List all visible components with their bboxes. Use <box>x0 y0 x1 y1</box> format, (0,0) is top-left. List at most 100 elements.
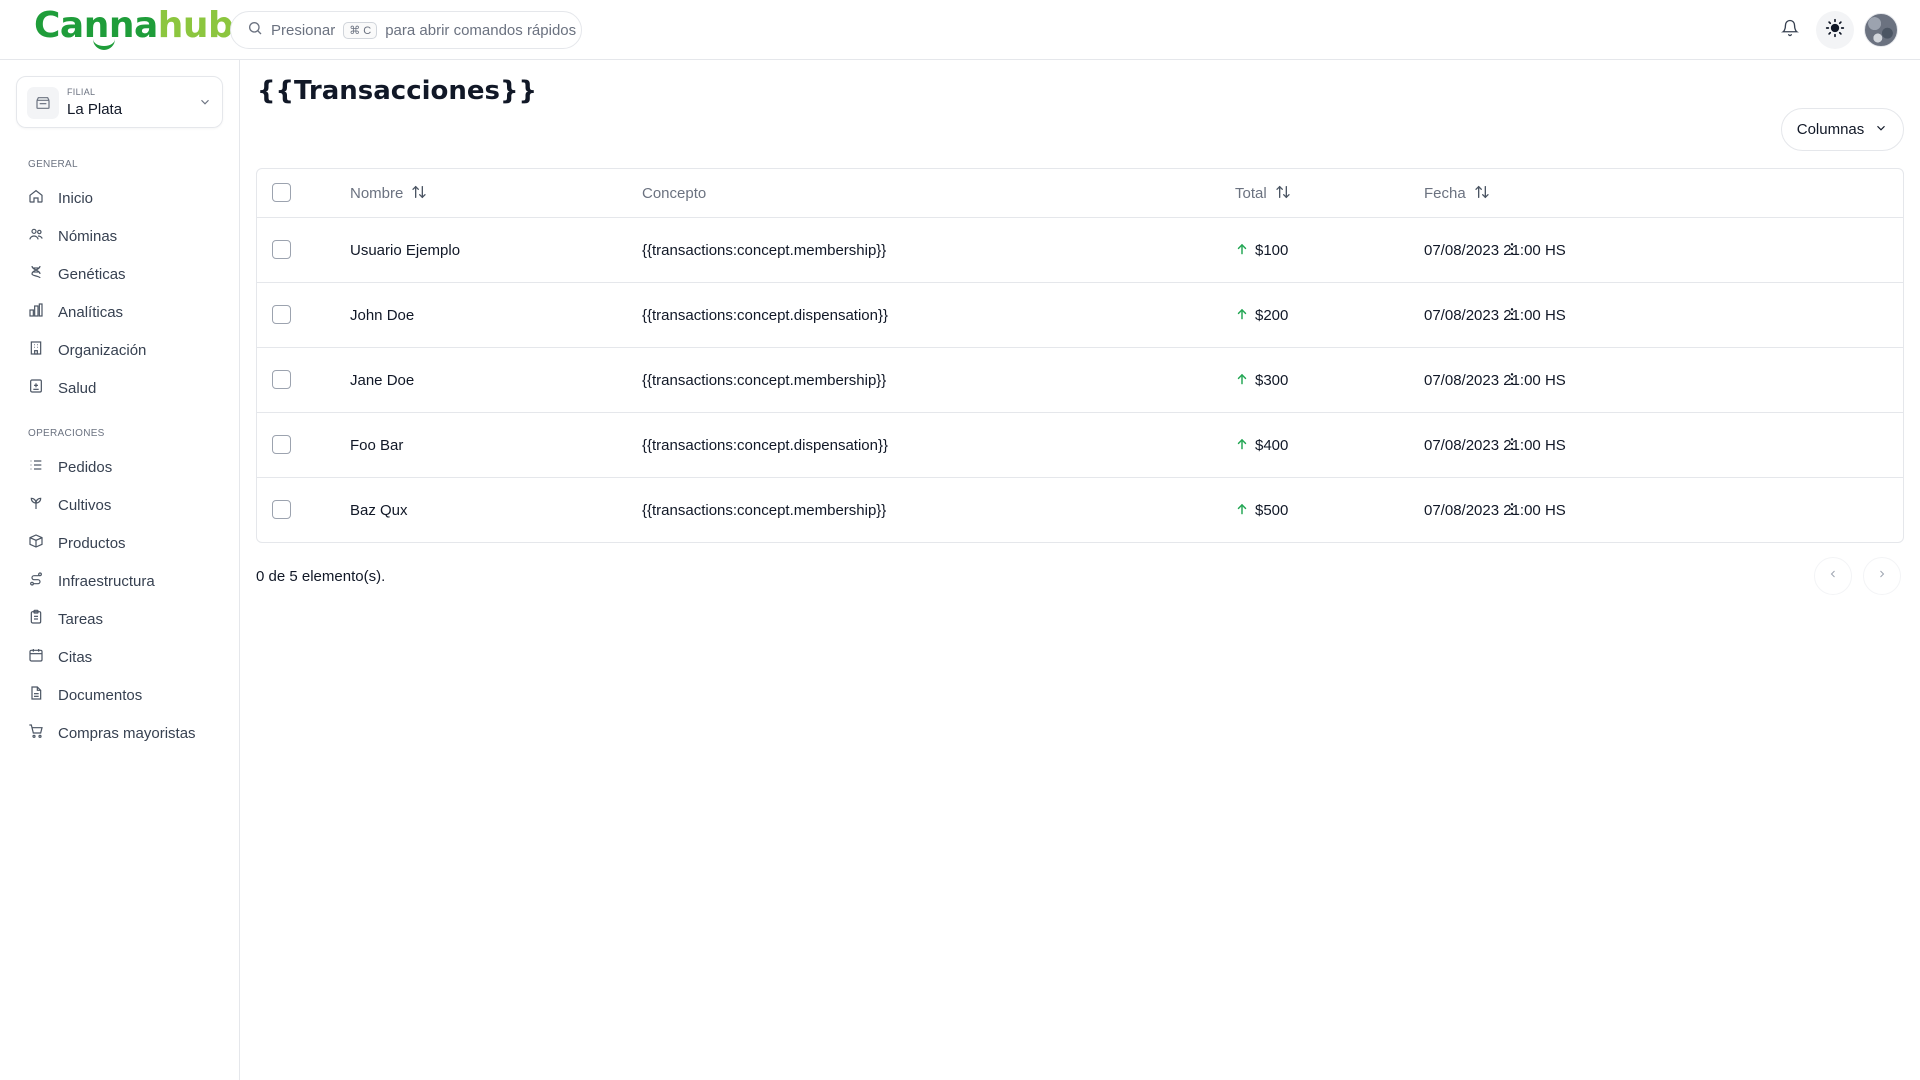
store-icon <box>27 87 59 119</box>
sidebar-item-label: Cultivos <box>58 496 112 514</box>
sidebar-item-documentos[interactable]: Documentos <box>16 679 224 711</box>
cell-concept: {{transactions:concept.dispensation}} <box>642 307 889 324</box>
command-search[interactable]: Presionar ⌘ C para abrir comandos rápido… <box>230 11 582 49</box>
notifications-button[interactable] <box>1771 11 1809 49</box>
sidebar-item-inicio[interactable]: Inicio <box>16 182 224 214</box>
next-page-button[interactable] <box>1863 557 1901 595</box>
column-header-fecha[interactable]: Fecha <box>1424 169 1490 218</box>
cell-name: Jane Doe <box>350 372 415 389</box>
building-icon <box>28 340 44 360</box>
sidebar-item-compras-mayoristas[interactable]: Compras mayoristas <box>16 717 224 749</box>
columns-button[interactable]: Columnas <box>1781 108 1904 151</box>
arrow-up-icon <box>1235 502 1249 520</box>
sprout-icon <box>28 495 44 515</box>
calendar-icon <box>28 647 44 667</box>
dna-icon <box>28 264 44 284</box>
sidebar-item-label: Organización <box>58 341 147 359</box>
row-actions-button[interactable] <box>1497 366 1527 396</box>
sidebar-item-organizacion[interactable]: Organización <box>16 334 224 366</box>
column-header-concepto: Concepto <box>642 169 706 218</box>
table-row[interactable]: Baz Qux {{transactions:concept.membershi… <box>257 478 1903 542</box>
sidebar-item-label: Infraestructura <box>58 572 155 590</box>
table-row[interactable]: John Doe {{transactions:concept.dispensa… <box>257 283 1903 348</box>
row-actions-button[interactable] <box>1497 301 1527 331</box>
column-header-label: Concepto <box>642 185 707 202</box>
column-header-total[interactable]: Total <box>1235 169 1291 218</box>
column-header-nombre[interactable]: Nombre <box>350 169 427 218</box>
sidebar-item-label: Citas <box>58 648 93 666</box>
sidebar-item-label: Analíticas <box>58 303 124 321</box>
row-checkbox[interactable] <box>272 370 291 389</box>
total-value: $200 <box>1255 307 1289 324</box>
user-avatar[interactable] <box>1864 13 1898 47</box>
row-actions-button[interactable] <box>1497 496 1527 526</box>
sidebar-item-geneticas[interactable]: Genéticas <box>16 258 224 290</box>
sidebar-item-pedidos[interactable]: Pedidos <box>16 451 224 483</box>
select-all-checkbox[interactable] <box>272 183 291 202</box>
logo-swoosh <box>93 38 115 50</box>
sidebar-item-label: Tareas <box>58 610 104 628</box>
cell-total: $400 <box>1235 413 1288 478</box>
columns-button-label: Columnas <box>1796 121 1865 138</box>
total-value: $300 <box>1255 372 1289 389</box>
bell-icon <box>1781 19 1799 42</box>
file-icon <box>28 685 44 705</box>
row-checkbox[interactable] <box>272 435 291 454</box>
chevron-right-icon <box>1876 567 1888 585</box>
search-prefix-text: Presionar <box>271 21 336 39</box>
row-checkbox[interactable] <box>272 305 291 324</box>
sidebar-item-citas[interactable]: Citas <box>16 641 224 673</box>
sort-icon <box>1275 184 1291 204</box>
sidebar-item-nominas[interactable]: Nóminas <box>16 220 224 252</box>
cell-name: Foo Bar <box>350 437 404 454</box>
search-icon <box>247 20 263 40</box>
row-actions-button[interactable] <box>1497 431 1527 461</box>
cell-date: 07/08/2023 21:00 HS <box>1424 242 1566 259</box>
total-value: $500 <box>1255 502 1289 519</box>
clipboard-icon <box>28 609 44 629</box>
users-icon <box>28 226 44 246</box>
section-title-general: GENERAL <box>28 159 78 170</box>
cell-concept: {{transactions:concept.membership}} <box>642 242 887 259</box>
sidebar-item-label: Inicio <box>58 189 94 207</box>
table-row[interactable]: Usuario Ejemplo {{transactions:concept.m… <box>257 218 1903 283</box>
package-icon <box>28 533 44 553</box>
chevron-down-icon <box>1874 121 1888 139</box>
sidebar-item-label: Compras mayoristas <box>58 724 196 742</box>
section-title-operaciones: OPERACIONES <box>28 428 105 439</box>
branch-label: FILIAL <box>67 87 96 97</box>
row-checkbox[interactable] <box>272 500 291 519</box>
column-header-label: Fecha <box>1424 185 1466 202</box>
sidebar-item-cultivos[interactable]: Cultivos <box>16 489 224 521</box>
row-checkbox[interactable] <box>272 240 291 259</box>
chevron-left-icon <box>1827 567 1839 585</box>
sidebar: FILIAL La Plata GENERAL Inicio Nóminas G… <box>0 60 240 1080</box>
sidebar-item-salud[interactable]: Salud <box>16 372 224 404</box>
arrow-up-icon <box>1235 242 1249 260</box>
sidebar-item-analiticas[interactable]: Analíticas <box>16 296 224 328</box>
row-actions-button[interactable] <box>1497 236 1527 266</box>
cell-total: $500 <box>1235 478 1289 542</box>
sidebar-item-productos[interactable]: Productos <box>16 527 224 559</box>
more-vertical-icon <box>1504 371 1520 392</box>
table-row[interactable]: Jane Doe {{transactions:concept.membersh… <box>257 348 1903 413</box>
logo-text-hub: hub <box>157 5 234 46</box>
sun-icon <box>1825 18 1845 43</box>
sort-icon <box>411 184 427 204</box>
sidebar-item-tareas[interactable]: Tareas <box>16 603 224 635</box>
selection-count: 0 de 5 elemento(s). <box>256 568 386 585</box>
theme-toggle-button[interactable] <box>1816 11 1854 49</box>
cell-concept: {{transactions:concept.membership}} <box>642 372 887 389</box>
table-row[interactable]: Foo Bar {{transactions:concept.dispensat… <box>257 413 1903 478</box>
cannahub-logo[interactable]: Cannahub <box>34 4 234 48</box>
arrow-up-icon <box>1235 372 1249 390</box>
cart-icon <box>28 723 44 743</box>
cell-date: 07/08/2023 21:00 HS <box>1424 307 1566 324</box>
sidebar-item-label: Genéticas <box>58 265 126 283</box>
previous-page-button[interactable] <box>1814 557 1852 595</box>
home-icon <box>28 188 44 208</box>
sidebar-item-infraestructura[interactable]: Infraestructura <box>16 565 224 597</box>
more-vertical-icon <box>1504 501 1520 522</box>
sort-icon <box>1474 184 1490 204</box>
branch-selector[interactable]: FILIAL La Plata <box>16 76 223 128</box>
